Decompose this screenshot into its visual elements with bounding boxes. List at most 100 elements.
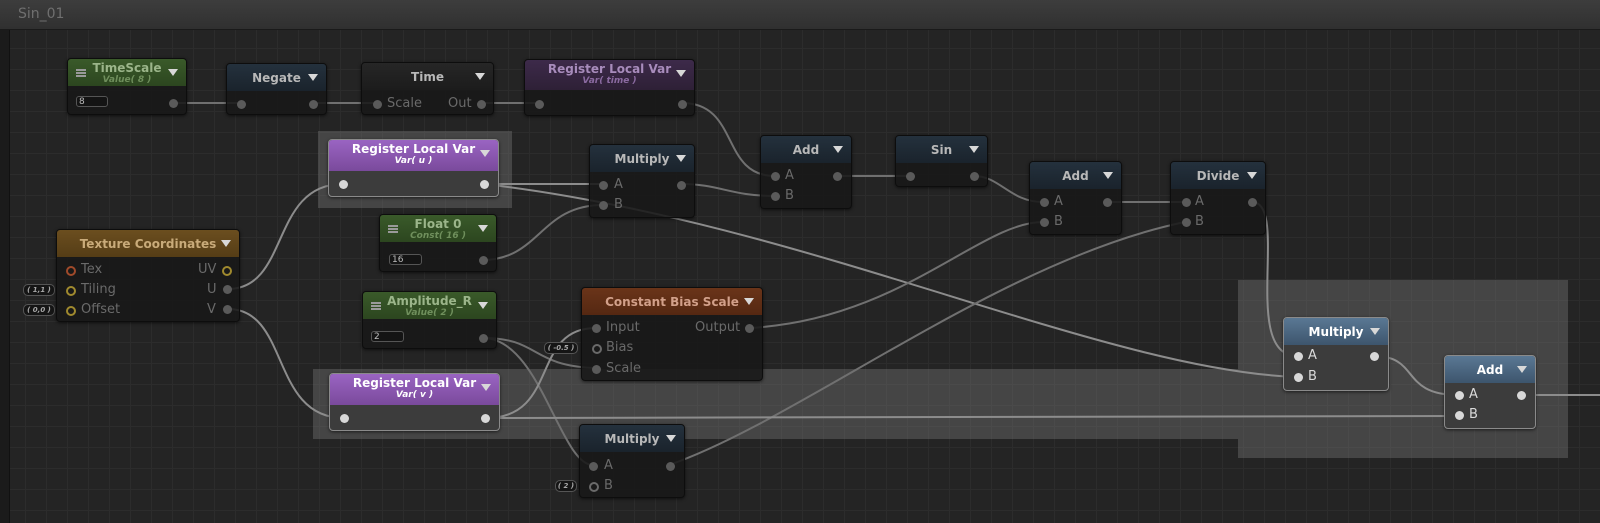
tiling-default-value[interactable]: ( 1,1 ) [23, 284, 55, 296]
node-register-local-var-u[interactable]: Register Local Var Var( u ) [328, 139, 499, 197]
collapse-arrow-icon[interactable] [969, 146, 979, 153]
collapse-arrow-icon[interactable] [1370, 328, 1380, 335]
node-header[interactable]: Negate [227, 64, 326, 91]
input-port-input[interactable] [592, 324, 601, 333]
output-port[interactable] [970, 172, 979, 181]
output-port[interactable] [1370, 352, 1379, 361]
node-header[interactable]: Add [1445, 356, 1535, 383]
node-header[interactable]: Multiply [580, 425, 684, 452]
input-port-scale[interactable] [373, 100, 382, 109]
graph-canvas[interactable]: TimeScale Value( 8 ) 8 Negate Time Scale… [0, 0, 1600, 523]
node-header[interactable]: Add [761, 136, 851, 163]
collapse-arrow-icon[interactable] [666, 435, 676, 442]
input-port-tex[interactable] [66, 266, 76, 276]
node-add-2[interactable]: Add A B [1029, 161, 1122, 235]
node-header[interactable]: Add [1030, 162, 1121, 189]
collapse-arrow-icon[interactable] [744, 298, 754, 305]
node-multiply-2[interactable]: Multiply A B [579, 424, 685, 498]
bias-default-value[interactable]: ( -0.5 ) [544, 342, 578, 354]
node-add-3[interactable]: Add A B [1444, 355, 1536, 429]
node-header[interactable]: Register Local Var Var( time ) [525, 60, 694, 90]
node-header[interactable]: Amplitude_R Value( 2 ) [363, 292, 496, 319]
input-port-b[interactable] [771, 192, 780, 201]
output-port[interactable] [677, 181, 686, 190]
node-header[interactable]: Register Local Var Var( v ) [330, 374, 499, 405]
collapse-arrow-icon[interactable] [676, 155, 686, 162]
node-timescale[interactable]: TimeScale Value( 8 ) 8 [67, 58, 187, 115]
node-texture-coordinates[interactable]: Texture Coordinates Tex Tiling Offset UV… [56, 229, 240, 322]
collapse-arrow-icon[interactable] [221, 240, 231, 247]
node-register-local-var-v[interactable]: Register Local Var Var( v ) [329, 373, 500, 431]
collapse-arrow-icon[interactable] [1247, 172, 1257, 179]
output-port[interactable] [666, 462, 675, 471]
collapse-arrow-icon[interactable] [478, 225, 488, 232]
output-port[interactable] [481, 414, 490, 423]
input-port-a[interactable] [1040, 198, 1049, 207]
input-port[interactable] [535, 100, 544, 109]
input-port[interactable] [339, 180, 348, 189]
input-port-tiling[interactable] [66, 286, 76, 296]
output-port[interactable] [745, 324, 754, 333]
input-port-b[interactable] [1455, 411, 1464, 420]
input-port-offset[interactable] [66, 306, 76, 316]
output-port[interactable] [833, 172, 842, 181]
input-port-a[interactable] [1294, 352, 1303, 361]
collapse-arrow-icon[interactable] [481, 384, 491, 391]
b-default-value[interactable]: ( 2 ) [555, 480, 577, 492]
offset-default-value[interactable]: ( 0,0 ) [23, 304, 55, 316]
input-port-bias[interactable] [592, 344, 602, 354]
node-float-0[interactable]: Float 0 Const( 16 ) 16 [379, 214, 497, 272]
input-port-b[interactable] [1040, 218, 1049, 227]
output-port[interactable] [1103, 198, 1112, 207]
node-constant-bias-scale[interactable]: Constant Bias Scale Input Bias Scale Out… [581, 287, 763, 381]
collapse-arrow-icon[interactable] [1103, 172, 1113, 179]
value-field[interactable]: 2 [371, 331, 404, 342]
output-port-v[interactable] [223, 305, 232, 314]
output-port[interactable] [1248, 198, 1257, 207]
input-port-a[interactable] [1455, 391, 1464, 400]
input-port-a[interactable] [599, 181, 608, 190]
input-port[interactable] [340, 414, 349, 423]
node-multiply-1[interactable]: Multiply A B [589, 144, 695, 218]
menu-icon[interactable] [76, 69, 86, 77]
input-port-a[interactable] [1182, 198, 1191, 207]
output-port[interactable] [309, 100, 318, 109]
output-port[interactable] [479, 256, 488, 265]
output-port-u[interactable] [223, 285, 232, 294]
node-header[interactable]: Divide [1171, 162, 1265, 189]
value-field[interactable]: 8 [76, 96, 108, 107]
input-port[interactable] [906, 172, 915, 181]
output-port[interactable] [169, 99, 178, 108]
output-port-uv[interactable] [222, 266, 232, 276]
collapse-arrow-icon[interactable] [475, 73, 485, 80]
output-port[interactable] [1517, 391, 1526, 400]
node-add-1[interactable]: Add A B [760, 135, 852, 209]
node-multiply-3[interactable]: Multiply A B [1283, 317, 1389, 391]
node-header[interactable]: Texture Coordinates [57, 230, 239, 257]
node-header[interactable]: Constant Bias Scale [582, 288, 762, 315]
node-amplitude-r[interactable]: Amplitude_R Value( 2 ) 2 [362, 291, 497, 349]
collapse-arrow-icon[interactable] [833, 146, 843, 153]
input-port[interactable] [237, 100, 246, 109]
collapse-arrow-icon[interactable] [478, 302, 488, 309]
collapse-arrow-icon[interactable] [480, 150, 490, 157]
output-port[interactable] [477, 100, 486, 109]
node-divide[interactable]: Divide A B [1170, 161, 1266, 235]
input-port-a[interactable] [771, 172, 780, 181]
node-sin[interactable]: Sin [895, 135, 988, 187]
node-negate[interactable]: Negate [226, 63, 327, 115]
node-time[interactable]: Time Scale Out [361, 62, 494, 115]
input-port-a[interactable] [589, 462, 598, 471]
node-header[interactable]: Multiply [1284, 318, 1388, 345]
input-port-b[interactable] [599, 201, 608, 210]
collapse-arrow-icon[interactable] [168, 69, 178, 76]
menu-icon[interactable] [371, 302, 381, 310]
input-port-b[interactable] [1294, 373, 1303, 382]
collapse-arrow-icon[interactable] [308, 74, 318, 81]
collapse-arrow-icon[interactable] [1517, 366, 1527, 373]
node-header[interactable]: Time [362, 63, 493, 90]
menu-icon[interactable] [388, 225, 398, 233]
input-port-b[interactable] [589, 482, 599, 492]
node-header[interactable]: Register Local Var Var( u ) [329, 140, 498, 171]
node-header[interactable]: TimeScale Value( 8 ) [68, 59, 186, 86]
